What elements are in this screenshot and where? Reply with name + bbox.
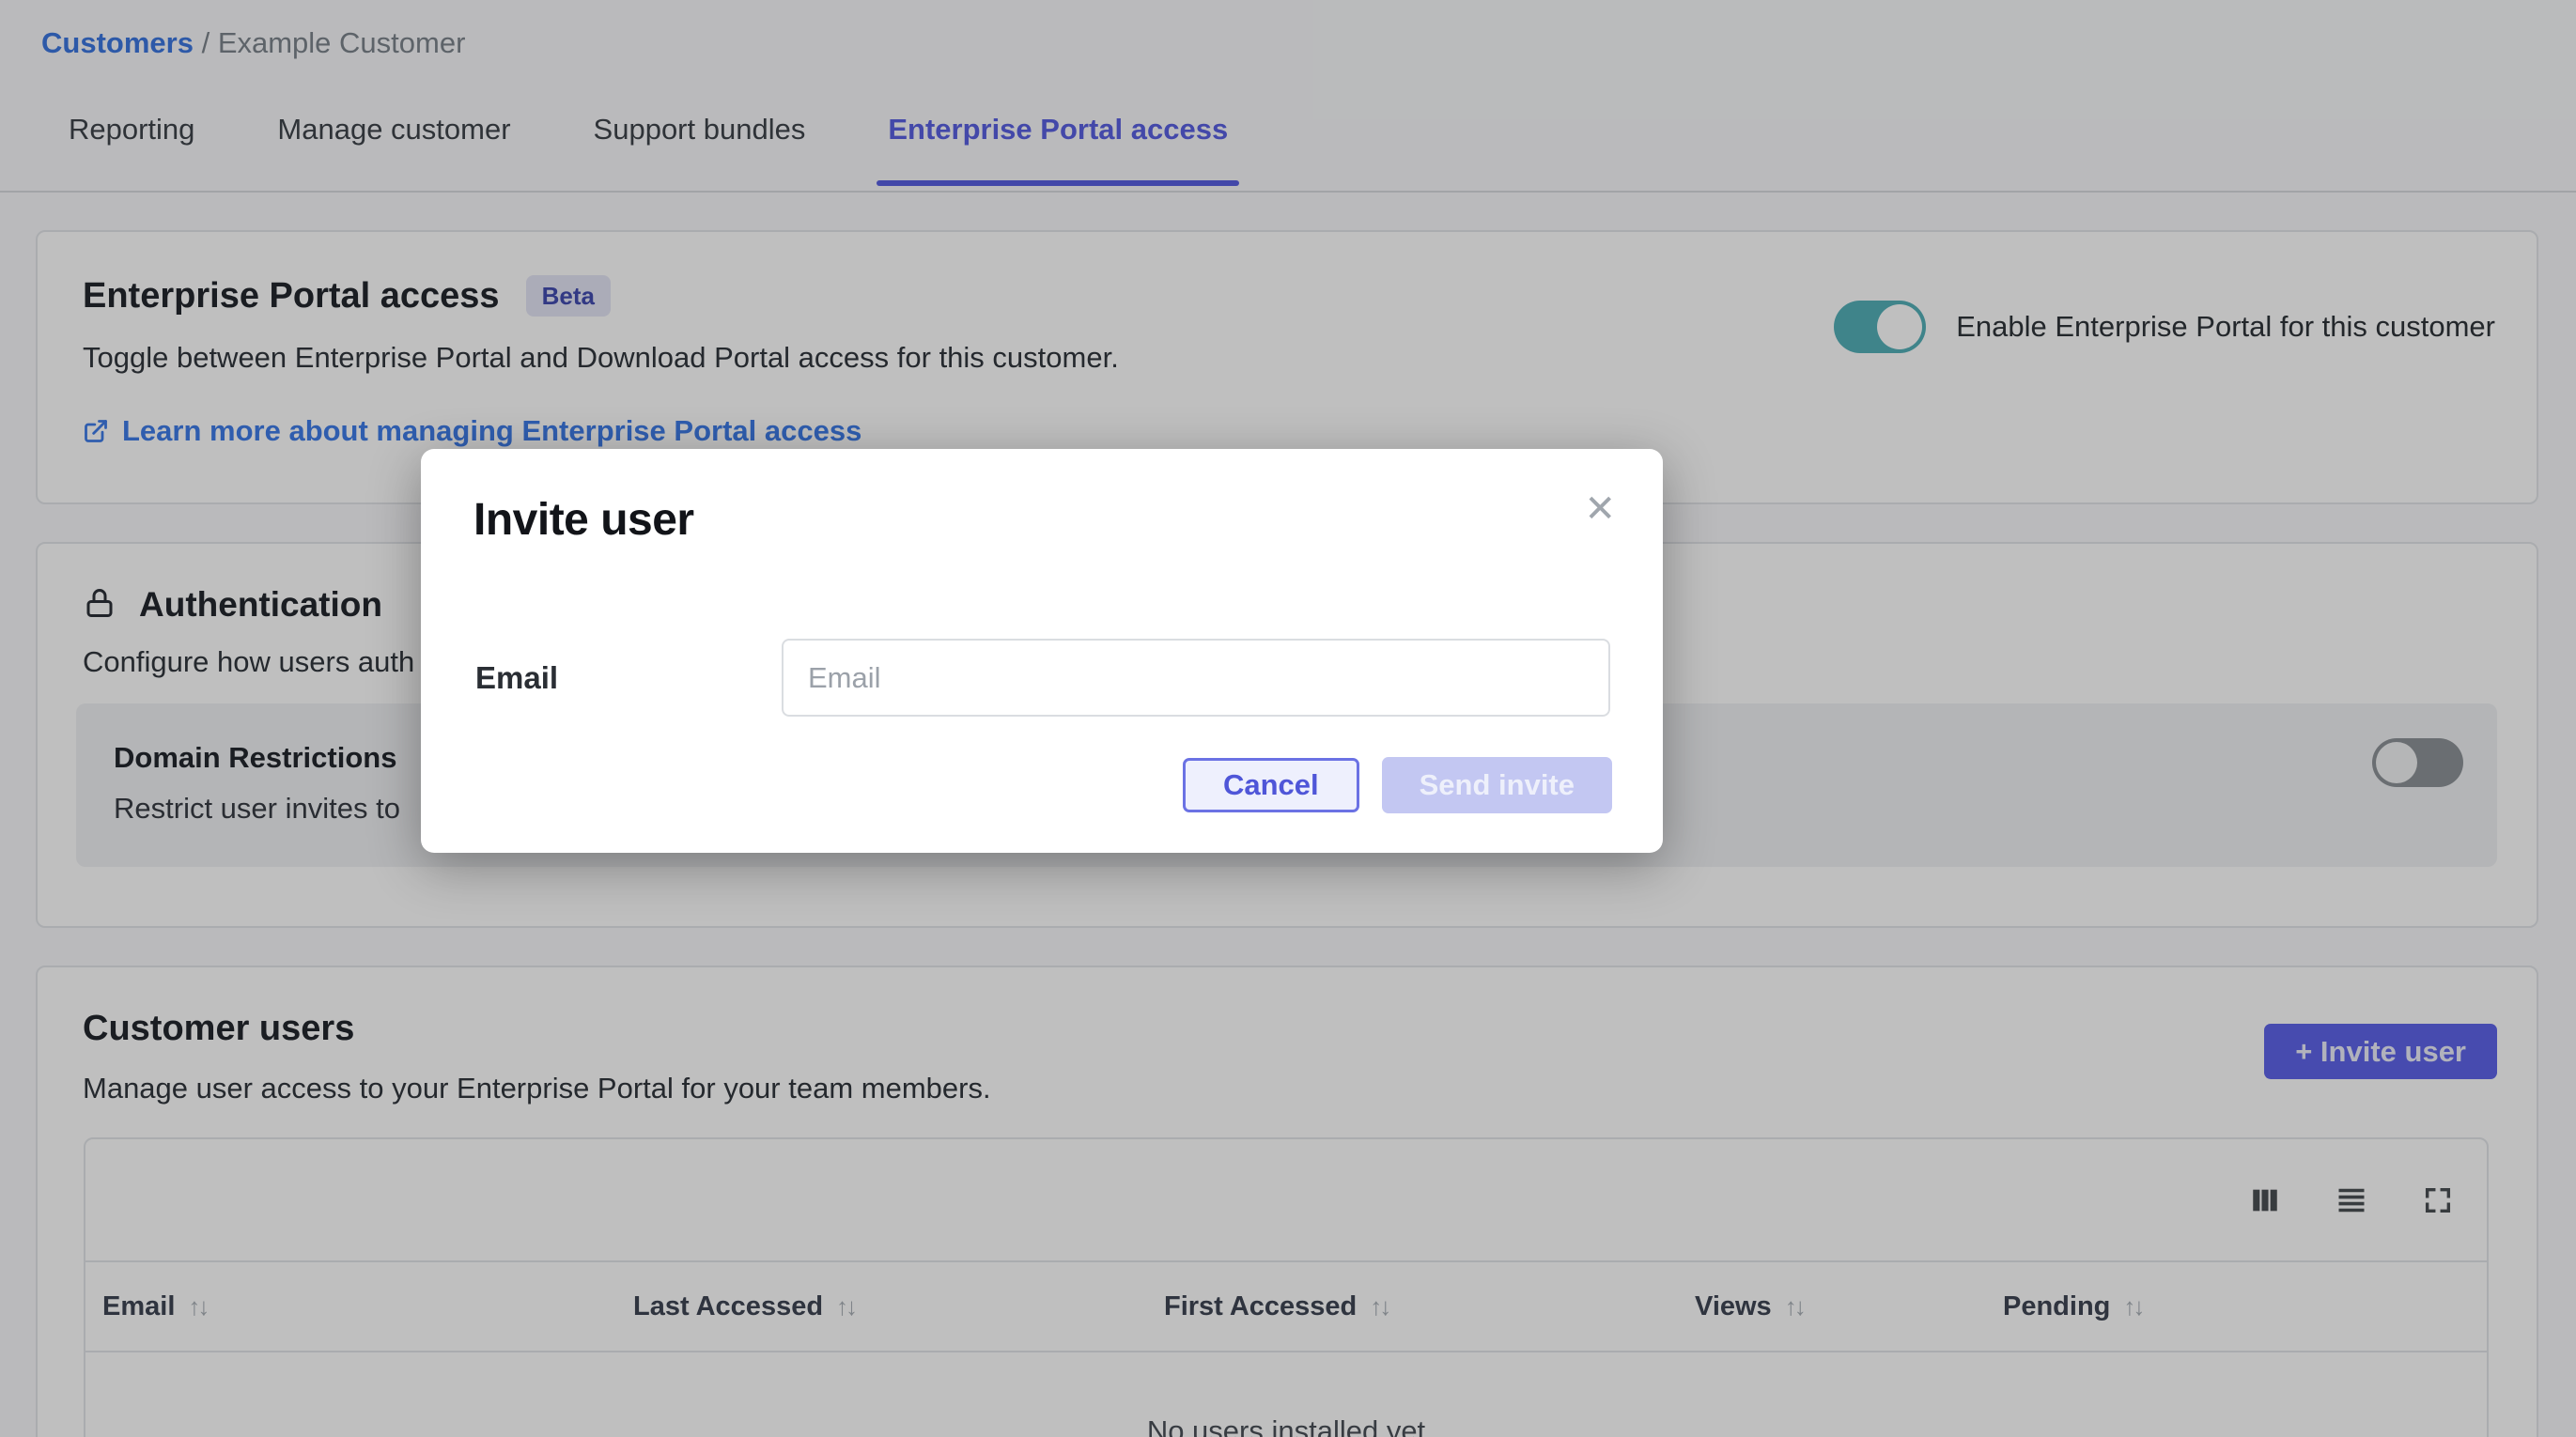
close-icon[interactable]: ✕ [1584,490,1616,528]
send-invite-button[interactable]: Send invite [1382,757,1612,813]
modal-title: Invite user [473,494,1610,546]
invite-user-modal: Invite user ✕ Email Cancel Send invite [421,449,1663,853]
email-input[interactable] [782,639,1610,717]
email-label: Email [475,660,782,696]
email-form-row: Email [475,639,1610,717]
modal-actions: Cancel Send invite [1183,757,1612,813]
cancel-button[interactable]: Cancel [1183,758,1359,812]
